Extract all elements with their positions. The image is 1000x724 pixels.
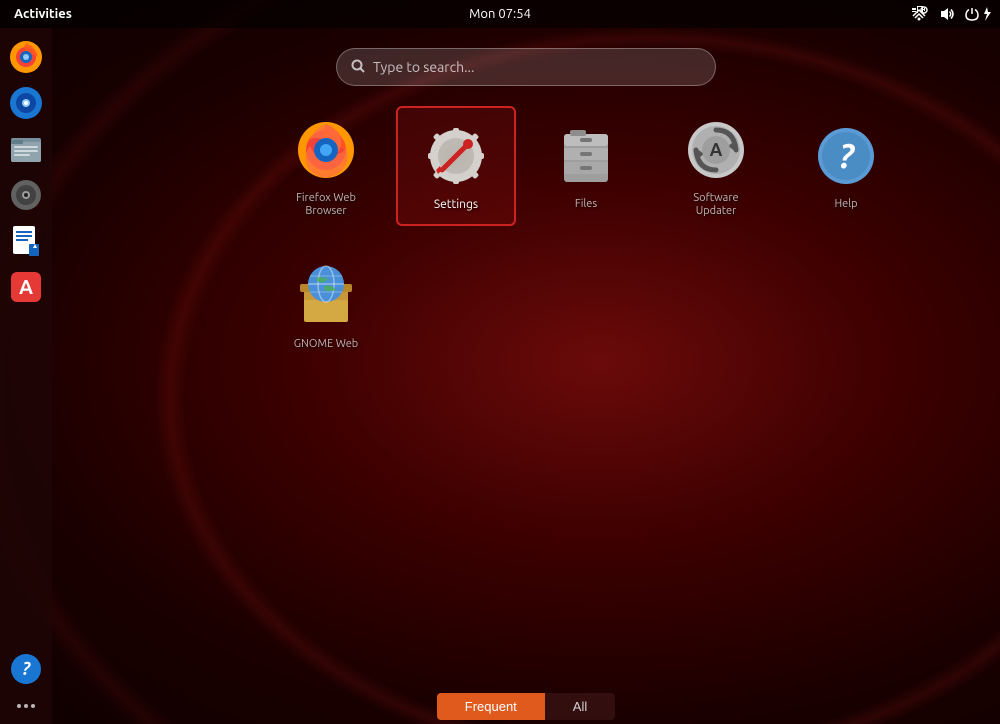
sidebar: A ? <box>0 28 52 724</box>
app-item-updater[interactable]: A SoftwareUpdater <box>656 106 776 226</box>
app-item-files[interactable]: Files <box>526 106 646 226</box>
bottom-tabs: Frequent All <box>52 688 1000 724</box>
sidebar-item-rhythmbox[interactable] <box>5 82 47 124</box>
sidebar-item-writer[interactable] <box>5 220 47 262</box>
svg-text:?: ? <box>839 137 856 175</box>
files-icon-wrapper <box>550 120 622 192</box>
app-item-help[interactable]: ? Help <box>786 106 906 226</box>
files-label: Files <box>575 198 597 211</box>
globe-icon <box>294 264 358 328</box>
firefox-label: Firefox WebBrowser <box>296 192 356 218</box>
search-icon <box>351 59 365 76</box>
app-item-globe[interactable]: GNOME Web <box>266 246 386 366</box>
app-item-firefox[interactable]: Firefox WebBrowser <box>266 106 386 226</box>
topbar: Activities Mon 07:54 <box>0 0 1000 28</box>
firefox-icon-wrapper <box>290 114 362 186</box>
app-row-1: Firefox WebBrowser <box>266 106 906 226</box>
svg-text:A: A <box>710 140 723 160</box>
sidebar-item-files[interactable] <box>5 128 47 170</box>
sidebar-item-help[interactable]: ? <box>5 648 47 690</box>
app-row-2: GNOME Web <box>266 246 386 366</box>
tab-all[interactable]: All <box>545 693 615 720</box>
main-content: Type to search... Firefox WebBrowse <box>52 28 1000 724</box>
settings-label: Settings <box>434 198 478 212</box>
sidebar-item-appstore[interactable]: A <box>5 266 47 308</box>
sidebar-item-firefox[interactable] <box>5 36 47 78</box>
app-grid: Firefox WebBrowser <box>146 106 906 366</box>
help-icon-wrapper: ? <box>810 120 882 192</box>
search-placeholder: Type to search... <box>373 59 474 75</box>
network-icon[interactable] <box>912 6 928 22</box>
svg-text:A: A <box>19 275 33 298</box>
firefox-icon <box>294 118 358 182</box>
tab-frequent[interactable]: Frequent <box>437 693 545 720</box>
updater-label: SoftwareUpdater <box>693 192 738 218</box>
sidebar-item-disk[interactable] <box>5 174 47 216</box>
help-icon: ? <box>814 124 878 188</box>
globe-icon-wrapper <box>290 260 362 332</box>
search-bar[interactable]: Type to search... <box>336 48 716 86</box>
globe-label: GNOME Web <box>294 338 358 351</box>
search-bar-container: Type to search... <box>336 48 716 86</box>
volume-icon[interactable] <box>938 6 954 22</box>
updater-icon-wrapper: A <box>680 114 752 186</box>
help-label: Help <box>834 198 857 211</box>
settings-icon <box>424 124 488 188</box>
power-icon[interactable] <box>964 6 992 22</box>
app-item-settings[interactable]: Settings <box>396 106 516 226</box>
files-icon <box>556 126 616 186</box>
activities-button[interactable]: Activities <box>8 0 78 28</box>
sidebar-more-button[interactable] <box>5 694 47 718</box>
clock: Mon 07:54 <box>469 7 531 21</box>
settings-icon-wrapper <box>420 120 492 192</box>
updater-icon: A <box>684 118 748 182</box>
topbar-right <box>912 6 992 22</box>
svg-text:?: ? <box>22 659 31 679</box>
